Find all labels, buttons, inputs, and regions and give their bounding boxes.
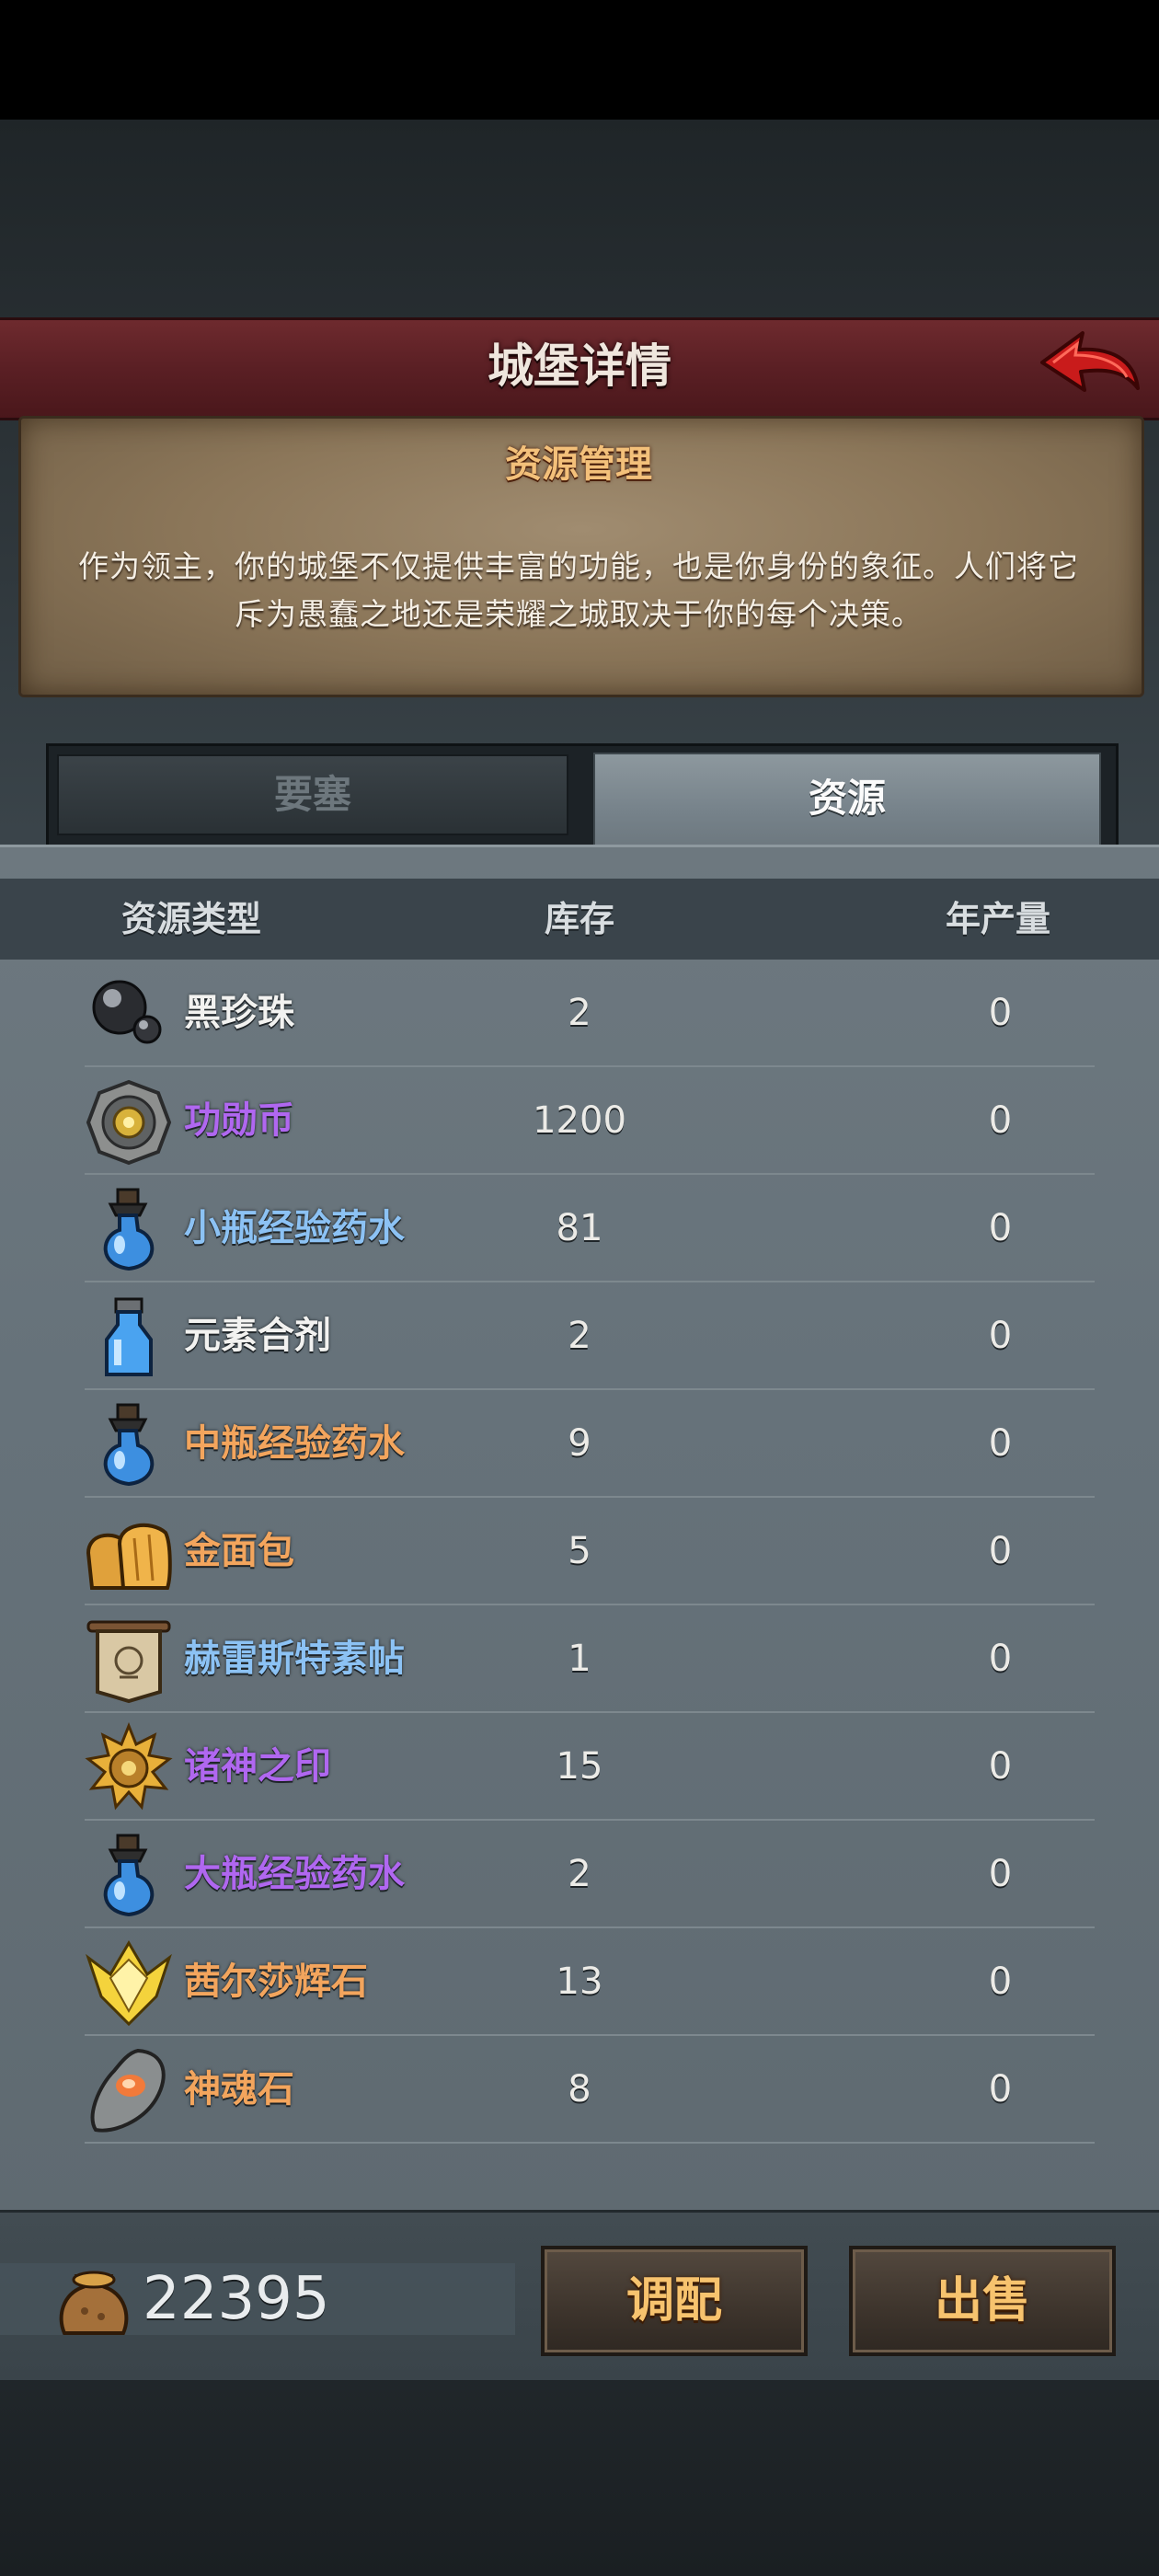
resource-output: 0 [988,1961,1013,2003]
large-potion-icon [83,1830,175,1922]
sell-button[interactable]: 出售 [849,2246,1116,2356]
adjust-button[interactable]: 调配 [541,2246,808,2356]
resource-stock: 1200 [533,1099,626,1142]
resource-output: 0 [988,1745,1013,1788]
golden-bread-icon [83,1507,175,1599]
page-title: 城堡详情 [488,339,671,393]
resource-row[interactable]: 功勋币 1200 0 [0,1067,1159,1175]
resource-list[interactable]: 黑珍珠 2 0 功勋币 1200 0 小瓶经验药水 81 0 元素合剂 2 0 … [0,960,1159,2202]
resource-output: 0 [988,1315,1013,1357]
tab-resources[interactable]: 资源 [593,753,1101,852]
gods-seal-icon [83,1721,175,1814]
radiant-crystal-icon [83,1938,175,2030]
resource-stock: 5 [568,1530,591,1572]
resource-name: 功勋币 [184,1099,294,1142]
resource-output: 0 [988,2068,1013,2110]
resource-stock: 15 [556,1745,603,1788]
resource-stock: 8 [568,2068,591,2110]
resource-row[interactable]: 大瓶经验药水 2 0 [0,1821,1159,1928]
resource-output: 0 [988,992,1013,1034]
resource-row[interactable]: 诸神之印 15 0 [0,1713,1159,1821]
resource-output: 0 [988,1530,1013,1572]
resource-row[interactable]: 黑珍珠 2 0 [0,960,1159,1067]
resource-row[interactable]: 茜尔莎辉石 13 0 [0,1928,1159,2036]
scroll-banner-icon [83,1615,175,1707]
column-header-type: 资源类型 [121,899,262,939]
resource-name: 小瓶经验药水 [184,1207,405,1249]
panel-description: 作为领主，你的城堡不仅提供丰富的功能，也是你身份的象征。人们将它斥为愚蠢之地还是… [78,548,1079,632]
resource-name: 中瓶经验药水 [184,1422,405,1465]
small-potion-icon [83,1184,175,1276]
resource-stock: 81 [556,1207,603,1249]
merit-coin-icon [83,1076,175,1168]
back-arrow-icon [1040,331,1140,392]
elemental-flask-icon [83,1292,175,1384]
resource-output: 0 [988,1422,1013,1465]
resource-name: 金面包 [184,1530,294,1572]
medium-potion-icon [83,1399,175,1491]
resource-name: 茜尔莎辉石 [184,1961,368,2003]
black-pearl-icon [83,969,175,1061]
soul-stone-icon [83,2045,175,2137]
resource-output: 0 [988,1638,1013,1680]
resource-row[interactable]: 神魂石 8 0 [0,2036,1159,2144]
resource-row[interactable]: 金面包 5 0 [0,1498,1159,1605]
gold-amount: 22395 [143,2265,330,2333]
resource-name: 元素合剂 [184,1315,331,1357]
resource-name: 大瓶经验药水 [184,1853,405,1895]
resource-row[interactable]: 中瓶经验药水 9 0 [0,1390,1159,1498]
back-button[interactable] [1035,324,1145,408]
resource-stock: 1 [568,1638,591,1680]
column-header-stock: 库存 [544,899,614,939]
tab-fortress[interactable]: 要塞 [57,754,568,835]
resource-stock: 2 [568,1315,591,1357]
panel-heading: 资源管理 [505,443,652,486]
gold-sack-icon [57,2261,131,2339]
resource-name: 赫雷斯特素帖 [184,1638,405,1680]
resource-name: 神魂石 [184,2068,294,2110]
resource-stock: 2 [568,1853,591,1895]
column-header-output: 年产量 [945,899,1050,939]
resource-output: 0 [988,1853,1013,1895]
resource-output: 0 [988,1099,1013,1142]
resource-name: 黑珍珠 [184,992,294,1034]
resource-stock: 2 [568,992,591,1034]
resource-name: 诸神之印 [184,1745,331,1788]
row-divider [85,2142,1095,2144]
resource-row[interactable]: 赫雷斯特素帖 1 0 [0,1605,1159,1713]
resource-stock: 13 [556,1961,603,2003]
resource-row[interactable]: 小瓶经验药水 81 0 [0,1175,1159,1282]
resource-output: 0 [988,1207,1013,1249]
resource-stock: 9 [568,1422,591,1465]
resource-row[interactable]: 元素合剂 2 0 [0,1282,1159,1390]
